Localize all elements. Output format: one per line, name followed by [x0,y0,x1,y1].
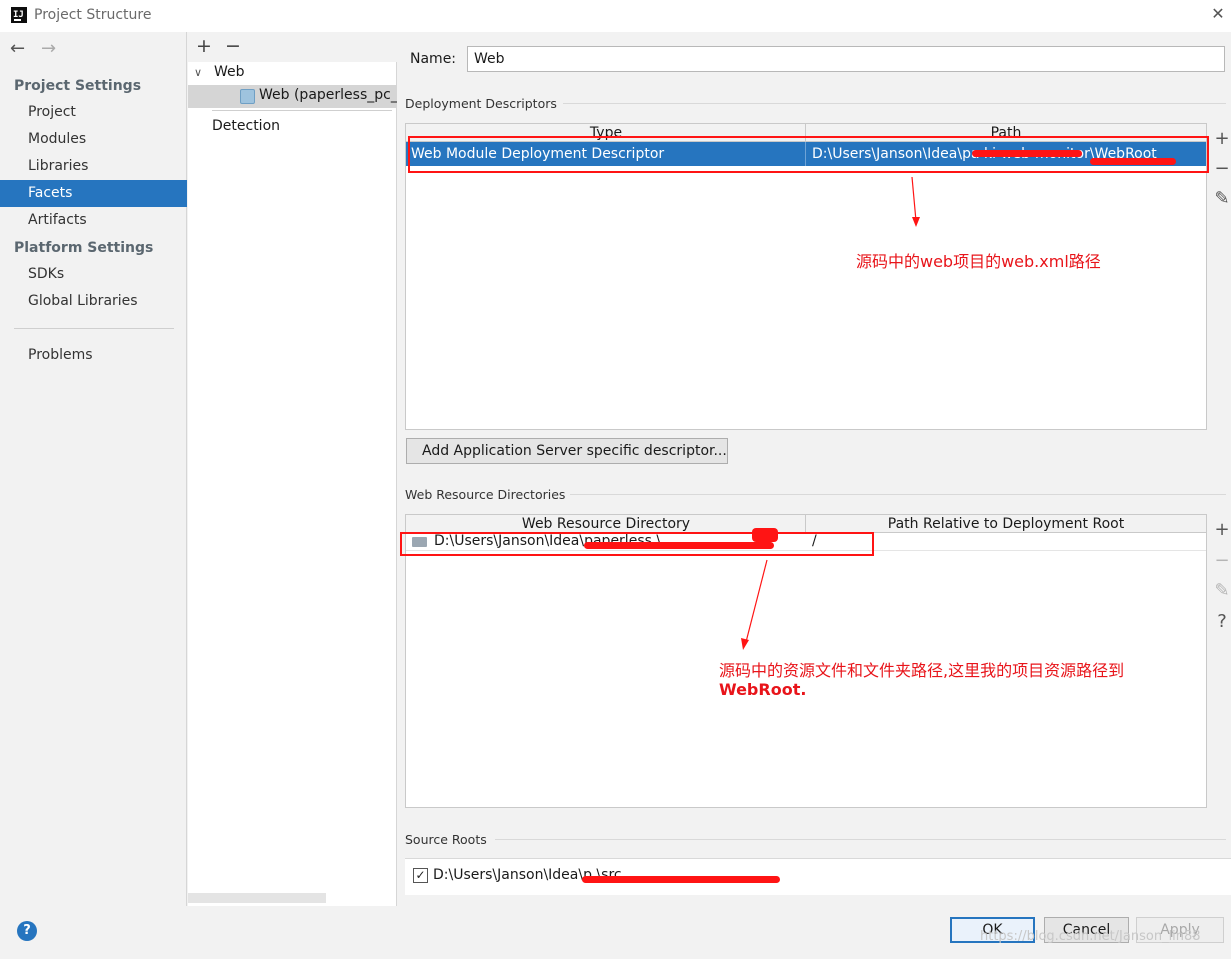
annotation-scribble [582,876,780,883]
annotation-arrow-icon [741,559,768,650]
sidebar-item-sdks[interactable]: SDKs [0,261,187,288]
facet-name-input[interactable] [467,46,1225,72]
remove-resource-directory-icon[interactable]: − [1212,550,1231,571]
name-label: Name: [410,51,457,67]
add-resource-directory-icon[interactable]: + [1212,519,1231,540]
window-title: Project Structure [34,7,152,23]
add-facet-icon[interactable]: + [196,35,212,57]
annotation-box-descriptor [408,136,1209,173]
web-resource-directories-heading: Web Resource Directories [405,487,566,502]
sidebar-item-modules[interactable]: Modules [0,126,187,153]
deployment-descriptors-heading: Deployment Descriptors [405,96,557,111]
annotation-resource-note-line2: WebRoot. [719,680,807,699]
tree-item-web-facet-label: Web (paperless_pc_k [259,87,397,103]
tree-item-web-label: Web [214,64,245,80]
annotation-scribble [1090,158,1176,165]
title-bar [0,0,1231,32]
annotation-descriptor-note: 源码中的web项目的web.xml路径 [856,252,1101,271]
column-header-relative-path[interactable]: Path Relative to Deployment Root [806,515,1206,533]
forward-arrow-icon[interactable]: → [41,38,56,59]
column-header-web-resource-directory[interactable]: Web Resource Directory [406,515,806,533]
add-descriptor-icon[interactable]: + [1212,128,1231,149]
annotation-arrow-icon [911,176,920,227]
tree-divider [212,110,392,111]
help-button[interactable]: ? [17,921,37,941]
annotation-scribble [752,528,778,542]
back-arrow-icon[interactable]: ← [10,38,25,59]
group-divider [563,103,1226,104]
web-facet-icon [240,89,255,104]
sidebar-item-artifacts[interactable]: Artifacts [0,207,187,234]
edit-resource-directory-icon[interactable]: ✎ [1212,580,1231,601]
add-server-descriptor-button[interactable]: Add Application Server specific descript… [406,438,728,464]
sidebar-item-problems[interactable]: Problems [0,342,187,369]
annotation-scribble [584,542,774,549]
sidebar-item-libraries[interactable]: Libraries [0,153,187,180]
tree-horizontal-scrollbar[interactable] [188,893,326,903]
sidebar-item-global-libraries[interactable]: Global Libraries [0,288,187,315]
edit-descriptor-icon[interactable]: ✎ [1212,188,1231,209]
source-root-checkbox[interactable]: ✓ [413,868,428,883]
annotation-scribble [972,150,1082,157]
close-icon[interactable]: ✕ [1208,4,1228,24]
platform-settings-heading: Platform Settings [14,240,154,256]
facet-tree-panel [188,32,397,906]
facet-tree-toolbar [188,32,397,62]
group-divider [495,839,1226,840]
sidebar-divider [14,328,174,329]
remove-descriptor-icon[interactable]: − [1212,158,1231,179]
tree-item-detection[interactable]: Detection [212,118,280,134]
annotation-resource-note-line1: 源码中的资源文件和文件夹路径,这里我的项目资源路径到 [719,661,1125,680]
watermark-text: https://blog.csdn.net/Janson_lin88 [980,929,1201,944]
chevron-down-icon[interactable]: ∨ [194,66,202,79]
group-divider [570,494,1226,495]
intellij-logo-icon: IJ [11,7,27,23]
remove-facet-icon[interactable]: − [225,35,241,57]
project-settings-heading: Project Settings [14,78,142,94]
help-icon[interactable]: ? [1212,611,1231,632]
source-roots-heading: Source Roots [405,832,487,847]
sidebar-item-facets[interactable]: Facets [0,180,187,207]
sidebar-item-project[interactable]: Project [0,99,187,126]
